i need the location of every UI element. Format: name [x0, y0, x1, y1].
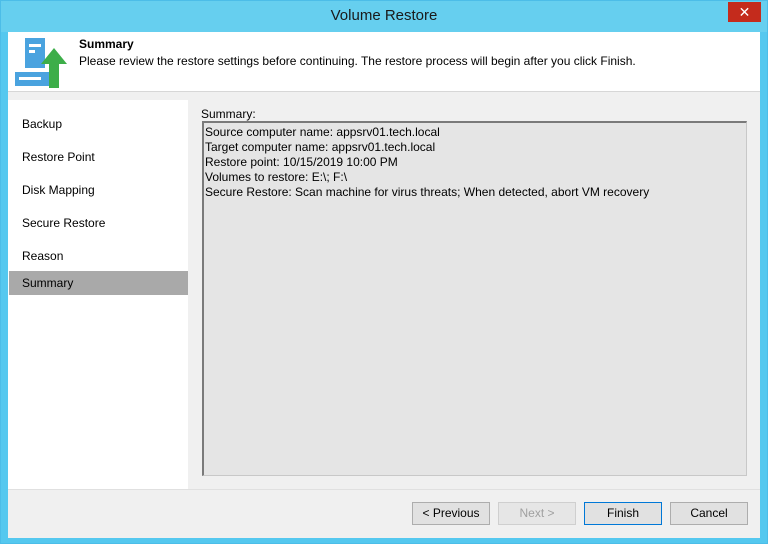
sidebar-item-summary[interactable]: Summary	[9, 271, 188, 295]
close-button[interactable]: ✕	[728, 2, 761, 22]
cancel-button[interactable]: Cancel	[670, 502, 748, 525]
sidebar-item-secure-restore[interactable]: Secure Restore	[9, 211, 188, 235]
summary-panel: Summary: Source computer name: appsrv01.…	[189, 100, 760, 489]
footer-divider	[8, 489, 760, 490]
summary-line-secure-restore: Secure Restore: Scan machine for virus t…	[205, 185, 650, 199]
server-restore-icon	[15, 38, 67, 88]
step-title: Summary	[79, 37, 134, 51]
step-description: Please review the restore settings befor…	[79, 54, 636, 68]
wizard-client-area: Summary Please review the restore settin…	[8, 32, 760, 538]
summary-label: Summary:	[201, 107, 256, 121]
summary-line-restore-point: Restore point: 10/15/2019 10:00 PM	[205, 155, 398, 169]
summary-line-source: Source computer name: appsrv01.tech.loca…	[205, 125, 440, 139]
finish-button[interactable]: Finish	[584, 502, 662, 525]
sidebar-item-restore-point[interactable]: Restore Point	[9, 145, 188, 169]
previous-button[interactable]: < Previous	[412, 502, 490, 525]
next-button[interactable]: Next >	[498, 502, 576, 525]
sidebar-item-reason[interactable]: Reason	[9, 244, 188, 268]
volume-restore-window: Volume Restore ✕ Summary Please review t…	[0, 0, 768, 544]
summary-textbox[interactable]: Source computer name: appsrv01.tech.loca…	[202, 121, 747, 476]
close-icon: ✕	[738, 4, 751, 20]
window-title: Volume Restore	[330, 7, 438, 24]
wizard-step-list: Backup Restore Point Disk Mapping Secure…	[8, 100, 188, 489]
sidebar-item-disk-mapping[interactable]: Disk Mapping	[9, 178, 188, 202]
summary-line-volumes: Volumes to restore: E:\; F:\	[205, 170, 348, 184]
summary-line-target: Target computer name: appsrv01.tech.loca…	[205, 140, 436, 154]
title-bar[interactable]: Volume Restore ✕	[1, 1, 767, 32]
sidebar-item-backup[interactable]: Backup	[9, 112, 188, 136]
wizard-header: Summary Please review the restore settin…	[8, 32, 760, 92]
